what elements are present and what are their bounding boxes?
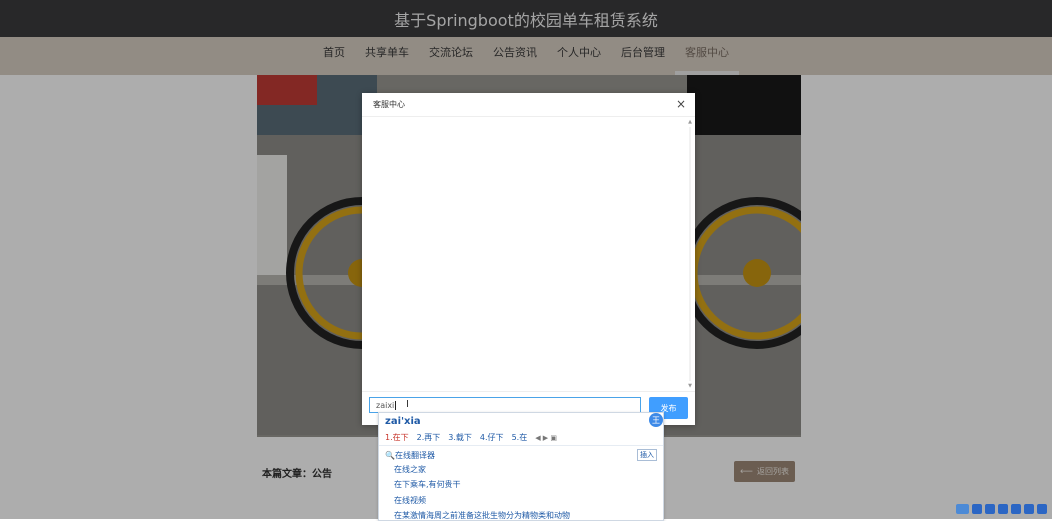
ime-pager-icon[interactable]: ◀ ▶ ▣ [535,434,557,442]
text-caret [395,400,397,410]
ime-toolbar-voice-icon[interactable] [1011,504,1021,514]
ime-suggestion[interactable]: 在线视频 [394,495,426,506]
message-input[interactable]: zaixi I [369,397,641,413]
ime-candidate[interactable]: 1.在下 [385,432,409,443]
ime-translator-label: 在线翻译器 [394,451,435,460]
ime-candidate-list: 1.在下 2.再下 3.载下 4.仔下 5.在 ◀ ▶ ▣ [385,432,657,443]
input-divider [362,391,695,392]
ime-toolbar-settings-icon[interactable] [1037,504,1047,514]
customer-service-dialog: 客服中心 × ▲ ▼ zaixi I 发布 [362,93,695,425]
ime-toolbar-emoji-icon[interactable] [998,504,1008,514]
message-area [362,117,686,391]
ime-composition: zai'xia [385,416,421,427]
ime-toolbar-keyboard-icon[interactable] [1024,504,1034,514]
ime-suggestion[interactable]: 在某激情海周之前准备这批生物分为精物类和动物 [394,510,570,521]
ime-insert-button[interactable]: 插入 [637,449,657,461]
ime-candidate[interactable]: 4.仔下 [480,432,504,443]
dialog-title: 客服中心 [373,100,405,109]
ime-toolbar [956,503,1049,515]
ime-toolbar-mode-icon[interactable] [972,504,982,514]
ime-suggestion[interactable]: 在线之家 [394,464,426,475]
ime-logo-icon: 王 [649,413,663,427]
ime-candidate[interactable]: 3.载下 [448,432,472,443]
scroll-up-icon[interactable]: ▲ [687,119,693,125]
ime-translator-link[interactable]: 🔍在线翻译器 [385,450,435,461]
scroll-track[interactable] [689,127,691,381]
close-icon[interactable]: × [676,97,686,111]
scroll-down-icon[interactable]: ▼ [687,383,693,389]
ime-candidate-popup: zai'xia 王 1.在下 2.再下 3.载下 4.仔下 5.在 ◀ ▶ ▣ … [378,412,664,521]
ime-candidate[interactable]: 5.在 [512,432,528,443]
ime-candidate[interactable]: 2.再下 [417,432,441,443]
ime-toolbar-punct-icon[interactable] [985,504,995,514]
ime-suggestion[interactable]: 在下乘车,有何贵干 [394,479,461,490]
ibeam-cursor-icon: I [406,399,409,410]
ime-divider [379,445,663,446]
ime-toolbar-logo-icon[interactable] [956,504,969,514]
message-scrollbar[interactable]: ▲ ▼ [687,119,693,389]
message-input-value: zaixi [376,400,395,410]
